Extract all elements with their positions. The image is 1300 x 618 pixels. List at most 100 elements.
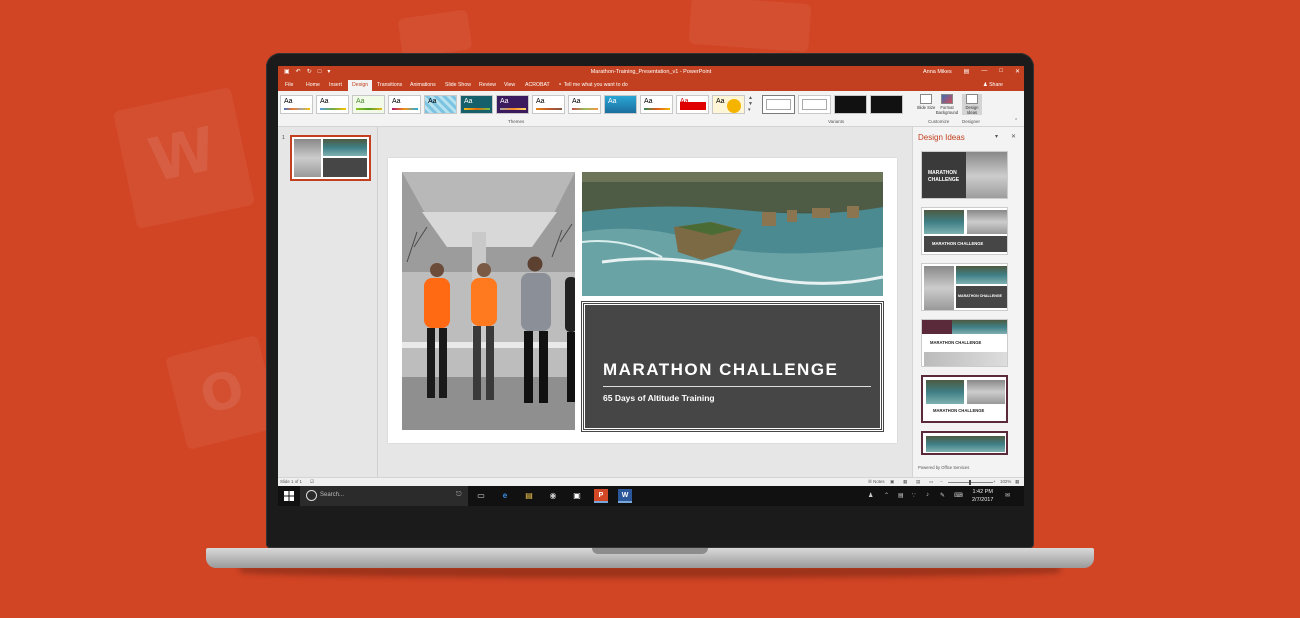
variant-4[interactable] xyxy=(870,95,903,114)
window-controls: ▤ — □ ✕ xyxy=(964,68,1020,75)
tab-design[interactable]: Design xyxy=(348,80,373,91)
store-icon[interactable]: ▣ xyxy=(570,489,584,503)
theme-ion[interactable]: Aa xyxy=(460,95,493,114)
spellcheck-icon[interactable]: ☑ xyxy=(310,479,314,485)
taskbar-search-box[interactable]: Search... ⎋ xyxy=(300,486,468,506)
zoom-out-icon[interactable]: − xyxy=(940,479,943,484)
design-idea-3[interactable]: MARATHON CHALLENGE xyxy=(921,263,1008,311)
theme-integral[interactable]: Aa xyxy=(388,95,421,114)
powerpoint-window: ▣ ↶ ↻ □ ▾ Marathon-Training_Presentation… xyxy=(278,66,1024,506)
pane-options-icon[interactable]: ▾ xyxy=(995,133,998,140)
design-ideas-pane: Design Ideas ▾ ✕ MARATHON CHALLENGE MARA… xyxy=(912,127,1024,477)
idea-title: MARATHON CHALLENGE xyxy=(933,408,985,413)
theme-ion-boardroom[interactable]: Aa xyxy=(424,95,457,114)
search-placeholder: Search... xyxy=(320,492,345,498)
theme-sample-text: Aa xyxy=(284,98,293,105)
tab-insert[interactable]: Insert xyxy=(329,82,342,88)
themes-scroll[interactable]: ▲ ▼ ▾ xyxy=(748,95,754,114)
notes-button[interactable]: ☰ Notes xyxy=(868,479,885,485)
slide-title-box[interactable]: MARATHON CHALLENGE 65 Days of Altitude T… xyxy=(581,301,884,432)
design-idea-5[interactable]: MARATHON CHALLENGE xyxy=(921,375,1008,423)
theme-facet[interactable]: Aa xyxy=(352,95,385,114)
theme-sample-text: Aa xyxy=(356,98,365,105)
tab-file[interactable]: File xyxy=(285,82,293,88)
reading-view-icon[interactable]: ▤ xyxy=(916,479,920,485)
slide-title[interactable]: MARATHON CHALLENGE xyxy=(603,360,838,380)
design-ideas-title: Design Ideas xyxy=(918,133,965,142)
pen-icon[interactable]: ✎ xyxy=(940,492,945,499)
format-background-button[interactable]: Format Background xyxy=(934,94,960,115)
tab-home[interactable]: Home xyxy=(306,82,320,88)
theme-organic[interactable]: Aa xyxy=(496,95,529,114)
tell-me-box[interactable]: ⚬ Tell me what you want to do xyxy=(558,82,628,88)
people-icon[interactable]: ♟ xyxy=(868,492,873,499)
tab-review[interactable]: Review xyxy=(479,82,496,88)
slide-size-button[interactable]: Slide Size xyxy=(916,94,936,110)
slide-thumbnail-1[interactable] xyxy=(290,135,371,181)
show-hidden-icons[interactable]: ⌃ xyxy=(884,492,889,499)
share-button[interactable]: ♟ Share xyxy=(983,82,1003,88)
collapse-ribbon-icon[interactable]: ⌃ xyxy=(1014,118,1018,124)
slide-sorter-icon[interactable]: ▦ xyxy=(903,479,907,485)
minimize-icon[interactable]: — xyxy=(981,68,987,75)
design-idea-2[interactable]: MARATHON CHALLENGE xyxy=(921,207,1008,255)
design-idea-6[interactable] xyxy=(921,431,1008,455)
theme-circuit[interactable]: Aa xyxy=(712,95,745,114)
theme-slice[interactable]: Aa xyxy=(568,95,601,114)
tab-acrobat[interactable]: ACROBAT xyxy=(525,82,550,88)
close-icon[interactable]: ✕ xyxy=(1015,68,1020,75)
cortana-icon xyxy=(306,490,317,501)
taskbar-clock[interactable]: 1:42 PM 2/7/2017 xyxy=(972,488,993,504)
theme-view[interactable]: Aa xyxy=(640,95,673,114)
slide-canvas[interactable]: MARATHON CHALLENGE 65 Days of Altitude T… xyxy=(388,158,897,443)
zoom-slider-thumb[interactable] xyxy=(969,480,971,485)
word-taskbar-icon[interactable]: W xyxy=(618,489,632,503)
theme-office-2[interactable]: Aa xyxy=(316,95,349,114)
task-view-icon[interactable]: ▭ xyxy=(474,489,488,503)
themes-group-label: Themes xyxy=(508,119,525,124)
microphone-icon[interactable]: ⎋ xyxy=(456,491,462,499)
design-idea-1[interactable]: MARATHON CHALLENGE xyxy=(921,151,1008,199)
tell-me-text: Tell me what you want to do xyxy=(563,82,628,88)
slide-subtitle[interactable]: 65 Days of Altitude Training xyxy=(603,393,715,403)
zoom-in-icon[interactable]: + xyxy=(993,479,996,484)
theme-retrospect[interactable]: Aa xyxy=(532,95,565,114)
tab-view[interactable]: View xyxy=(504,82,515,88)
action-center-icon[interactable]: ✉ xyxy=(1005,492,1010,499)
theme-wisp[interactable]: Aa xyxy=(604,95,637,114)
design-ideas-button[interactable]: Design Ideas xyxy=(962,94,982,115)
tab-slide-show[interactable]: Slide Show xyxy=(445,82,471,88)
theme-office[interactable]: Aa xyxy=(280,95,313,114)
file-explorer-icon[interactable]: ▤ xyxy=(522,489,536,503)
variant-3[interactable] xyxy=(834,95,867,114)
wifi-icon[interactable]: ∵ xyxy=(912,492,916,499)
tab-transitions[interactable]: Transitions xyxy=(377,82,402,88)
clock-date: 2/7/2017 xyxy=(972,497,994,503)
powerpoint-taskbar-icon[interactable]: P xyxy=(594,489,608,503)
network-app-icon[interactable]: ◉ xyxy=(546,489,560,503)
pane-close-icon[interactable]: ✕ xyxy=(1011,133,1016,140)
variant-2[interactable] xyxy=(798,95,831,114)
fit-to-window-icon[interactable]: ▦ xyxy=(1015,479,1019,485)
variant-1[interactable] xyxy=(762,95,795,114)
variants-group-label: Variants xyxy=(828,119,845,124)
ribbon-display-options-icon[interactable]: ▤ xyxy=(964,68,970,75)
volume-icon[interactable]: ♪ xyxy=(926,492,929,498)
windows-start-icon[interactable] xyxy=(284,491,294,501)
slideshow-view-icon[interactable]: ▭ xyxy=(929,479,933,485)
user-name[interactable]: Anna Mikes xyxy=(923,69,952,75)
idea-title: MARATHON CHALLENGE xyxy=(930,340,982,345)
runners-photo[interactable] xyxy=(402,172,575,430)
monitor-icon[interactable]: ▤ xyxy=(898,492,904,499)
zoom-level[interactable]: 102% xyxy=(1000,479,1011,484)
keyboard-icon[interactable]: ⌨ xyxy=(954,492,963,499)
tab-animations[interactable]: Animations xyxy=(410,82,436,88)
ribbon-design: Aa Aa Aa Aa Aa Aa Aa Aa Aa Aa Aa Aa Aa ▲… xyxy=(278,91,1024,127)
theme-berlin[interactable]: Aa xyxy=(676,95,709,114)
normal-view-icon[interactable]: ▣ xyxy=(890,479,894,485)
runners-illustration xyxy=(402,172,575,430)
edge-icon[interactable]: e xyxy=(498,489,512,503)
coastline-photo[interactable] xyxy=(582,172,883,296)
design-idea-4[interactable]: MARATHON CHALLENGE xyxy=(921,319,1008,367)
maximize-icon[interactable]: □ xyxy=(999,68,1003,75)
